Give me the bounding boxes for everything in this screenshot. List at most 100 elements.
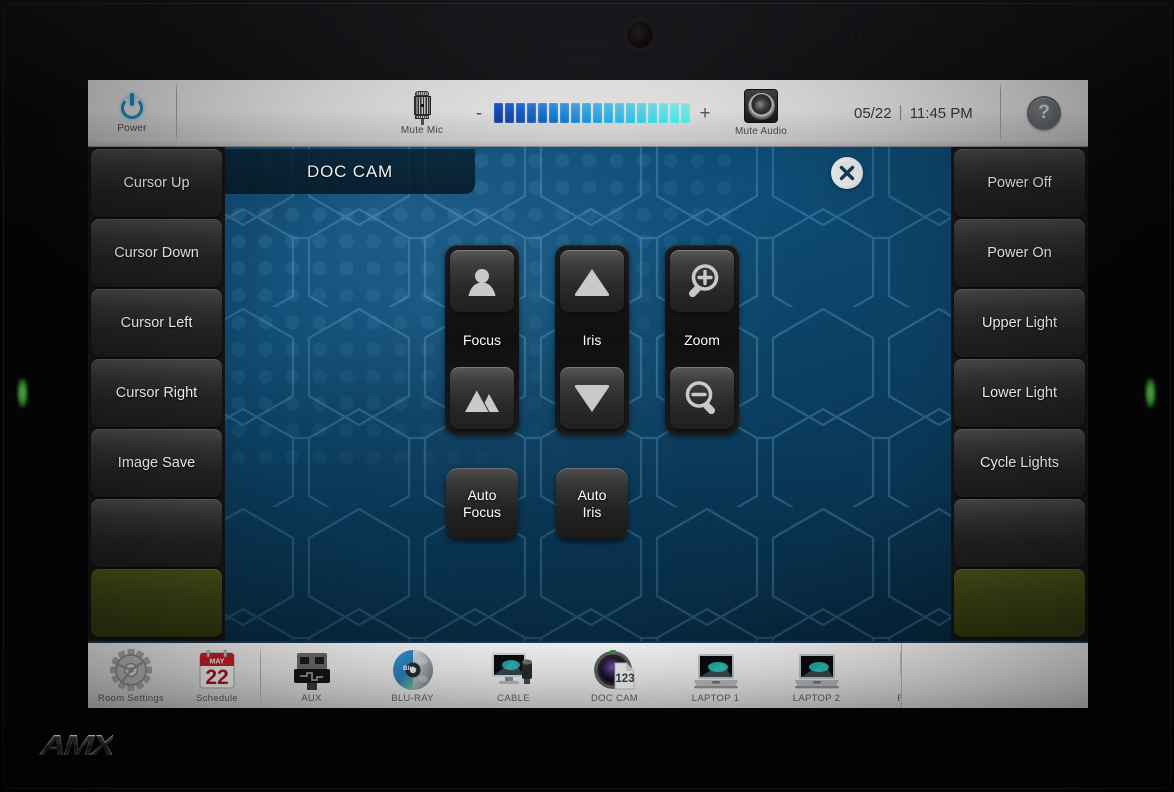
power-button[interactable]: Power [88,80,176,146]
taskbar-item-room-settings[interactable]: Room Settings [88,643,174,708]
focus-label: Focus [463,313,501,367]
sidebar-button-power-off[interactable]: Power Off [954,149,1085,217]
light-sensor-icon [853,32,860,39]
volume-segment[interactable] [593,103,602,123]
sidebar-button-olive-6[interactable] [954,569,1085,637]
volume-segment[interactable] [494,103,503,123]
sidebar-button-blank-5[interactable] [954,499,1085,567]
sidebar-button-lower-light[interactable]: Lower Light [954,359,1085,427]
volume-up-button[interactable]: + [699,104,711,123]
volume-segment[interactable] [560,103,569,123]
speaker-icon [744,89,778,123]
help-button[interactable]: ? [1000,80,1088,146]
sidebar-button-cursor-left[interactable]: Cursor Left [91,289,222,357]
volume-segment[interactable] [637,103,646,123]
triangle-down-icon [573,384,611,414]
sidebar-button-label: Cursor Left [121,315,193,331]
taskbar-source-doc-cam[interactable]: 123DOC CAM [564,643,665,708]
taskbar-system-group: Room Settings MAY22Schedule [88,643,260,708]
cable-tv-icon [491,649,537,691]
power-label: Power [117,123,146,134]
help-icon: ? [1027,96,1061,130]
status-bar: Power Mute Mic - + Mute Audio [88,80,1088,147]
volume-segment[interactable] [615,103,624,123]
taskbar-item-schedule[interactable]: MAY22Schedule [174,643,260,708]
mute-audio-button[interactable]: Mute Audio [722,80,800,146]
svg-text:MAY: MAY [210,659,225,666]
bluray-disc-icon: Blu [392,649,434,691]
volume-segment[interactable] [516,103,525,123]
sidebar-button-power-on[interactable]: Power On [954,219,1085,287]
zoom-in-button[interactable] [670,250,734,313]
volume-segment[interactable] [681,103,690,123]
zoom-label: Zoom [684,313,720,367]
volume-segment[interactable] [582,103,591,123]
time-text: 11:45 PM [910,105,973,122]
volume-segment[interactable] [505,103,514,123]
taskbar-source-scroller[interactable]: AUX Blu BLU-RAY CABLE 123DOC CAMLAPTOP 1LAPT… [261,643,901,708]
auto-iris-button[interactable]: Auto Iris [556,468,628,540]
taskbar-source-cable[interactable]: CABLE [463,643,564,708]
date-time-separator: | [899,104,903,122]
sidebar-button-cursor-down[interactable]: Cursor Down [91,219,222,287]
sidebar-button-label: Power On [987,245,1051,261]
volume-down-button[interactable]: - [473,104,485,123]
volume-segment[interactable] [527,103,536,123]
focus-near-button[interactable] [450,250,514,313]
volume-segment[interactable] [648,103,657,123]
taskbar-source-laptop-1[interactable]: LAPTOP 1 [665,643,766,708]
iris-label: Iris [583,313,602,367]
doc-cam-icon: 123 [593,649,637,691]
taskbar-source-aux[interactable]: AUX [261,643,362,708]
volume-control[interactable]: - + [473,80,711,146]
magnifier-minus-icon [682,379,722,419]
taskbar-source-label: CABLE [497,693,530,704]
volume-level-bar[interactable] [494,103,690,123]
auto-iris-line1: Auto [578,487,607,504]
volume-segment[interactable] [670,103,679,123]
taskbar-source-blu-ray[interactable]: Blu BLU-RAY [362,643,463,708]
svg-text:Blu: Blu [403,665,414,672]
sidebar-button-image-save[interactable]: Image Save [91,429,222,497]
volume-segment[interactable] [549,103,558,123]
statusbar-divider-left [176,81,177,145]
sidebar-button-cursor-up[interactable]: Cursor Up [91,149,222,217]
touch-screen: Power Mute Mic - + Mute Audio [88,80,1088,708]
mountains-icon [464,384,500,414]
taskbar-source-laptop-2[interactable]: LAPTOP 2 [766,643,867,708]
mute-mic-button[interactable]: Mute Mic [388,80,456,146]
main-area: Cursor Up Cursor Down Cursor Left Cursor Ri… [88,147,1088,641]
sidebar-button-label: Cycle Lights [980,455,1059,471]
auto-focus-line2: Focus [463,504,501,521]
taskbar-source-label: AUX [301,693,321,704]
taskbar-source-room-p[interactable]: ROOM P [867,643,901,708]
sidebar-button-blank-5[interactable] [91,499,222,567]
calendar-icon: MAY22 [196,649,238,691]
sidebar-button-olive-6[interactable] [91,569,222,637]
auto-focus-button[interactable]: Auto Focus [446,468,518,540]
iris-up-button[interactable] [560,250,624,313]
zoom-out-button[interactable] [670,367,734,430]
taskbar-item-label: Room Settings [98,693,164,704]
volume-segment[interactable] [626,103,635,123]
page-doc-cam: DOC CAM [225,147,951,641]
sidebar-button-cycle-lights[interactable]: Cycle Lights [954,429,1085,497]
volume-segment[interactable] [571,103,580,123]
sidebar-button-cursor-right[interactable]: Cursor Right [91,359,222,427]
svg-text:22: 22 [205,666,228,689]
iris-down-button[interactable] [560,367,624,430]
volume-segment[interactable] [604,103,613,123]
focus-far-button[interactable] [450,367,514,430]
mute-audio-label: Mute Audio [735,126,787,137]
date-text: 05/22 [854,105,892,122]
taskbar-source-label: BLU-RAY [391,693,434,704]
sidebar-button-upper-light[interactable]: Upper Light [954,289,1085,357]
iris-rocker: Iris [555,245,629,435]
volume-segment[interactable] [538,103,547,123]
laptop-icon [693,649,739,691]
sidebar-button-label: Cursor Down [114,245,199,261]
volume-segment[interactable] [659,103,668,123]
zoom-rocker: Zoom [665,245,739,435]
gear-icon [110,649,152,691]
sidebar-button-label: Lower Light [982,385,1057,401]
